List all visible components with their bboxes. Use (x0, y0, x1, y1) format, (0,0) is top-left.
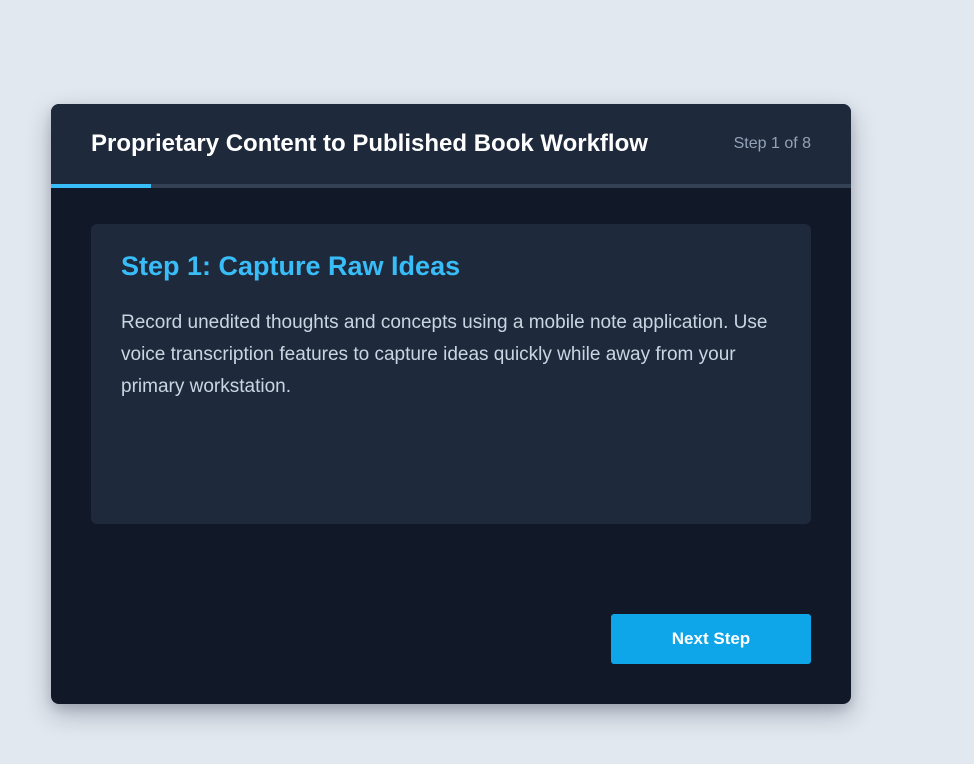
progress-bar-fill (51, 184, 151, 188)
step-heading: Step 1: Capture Raw Ideas (121, 251, 461, 281)
progress-bar (51, 184, 851, 188)
step-content-panel: Step 1: Capture Raw Ideas Record unedite… (91, 224, 811, 524)
workflow-title: Proprietary Content to Published Book Wo… (91, 130, 648, 157)
workflow-card: Proprietary Content to Published Book Wo… (51, 104, 851, 704)
step-counter: Step 1 of 8 (733, 135, 811, 152)
card-header: Proprietary Content to Published Book Wo… (51, 104, 851, 184)
next-step-button[interactable]: Next Step (611, 614, 811, 664)
step-description: Record unedited thoughts and concepts us… (121, 312, 768, 397)
